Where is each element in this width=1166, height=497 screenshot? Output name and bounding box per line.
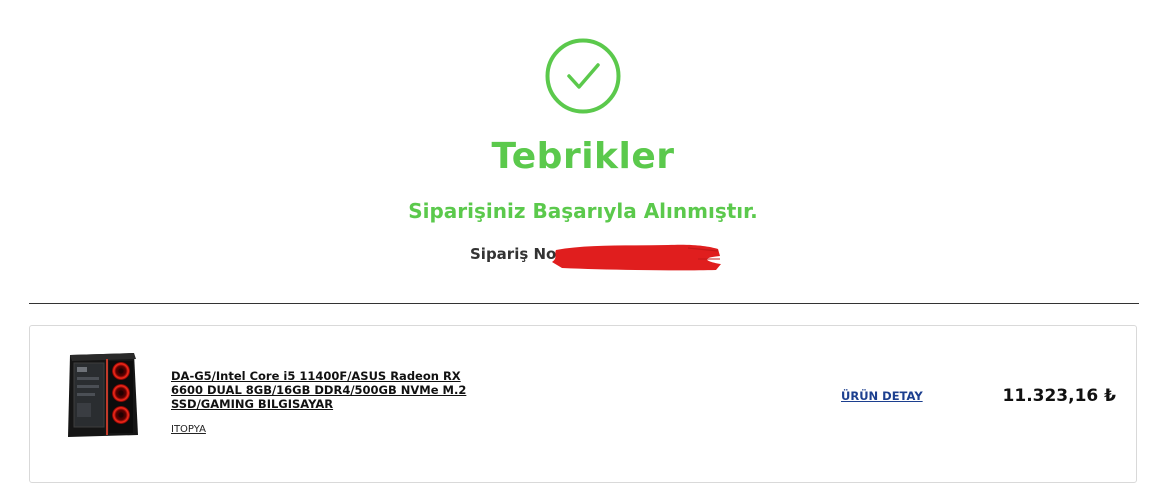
- redaction-mark: [552, 244, 721, 271]
- order-number-label: Sipariş No: [470, 245, 557, 263]
- product-name-link[interactable]: DA-G5/Intel Core i5 11400F/ASUS Radeon R…: [171, 369, 481, 411]
- success-title: Tebrikler: [491, 136, 675, 177]
- product-detail-link[interactable]: ÜRÜN DETAY: [841, 389, 923, 403]
- product-brand-link[interactable]: ITOPYA: [171, 424, 206, 435]
- product-price: 11.323,16 ₺: [1002, 386, 1116, 406]
- success-subtitle: Siparişiniz Başarıyla Alınmıştır.: [408, 199, 758, 223]
- order-item-card: DA-G5/Intel Core i5 11400F/ASUS Radeon R…: [29, 325, 1137, 483]
- section-divider: [29, 303, 1139, 304]
- gaming-pc-case-image: [68, 353, 138, 437]
- check-circle-icon: [545, 38, 621, 114]
